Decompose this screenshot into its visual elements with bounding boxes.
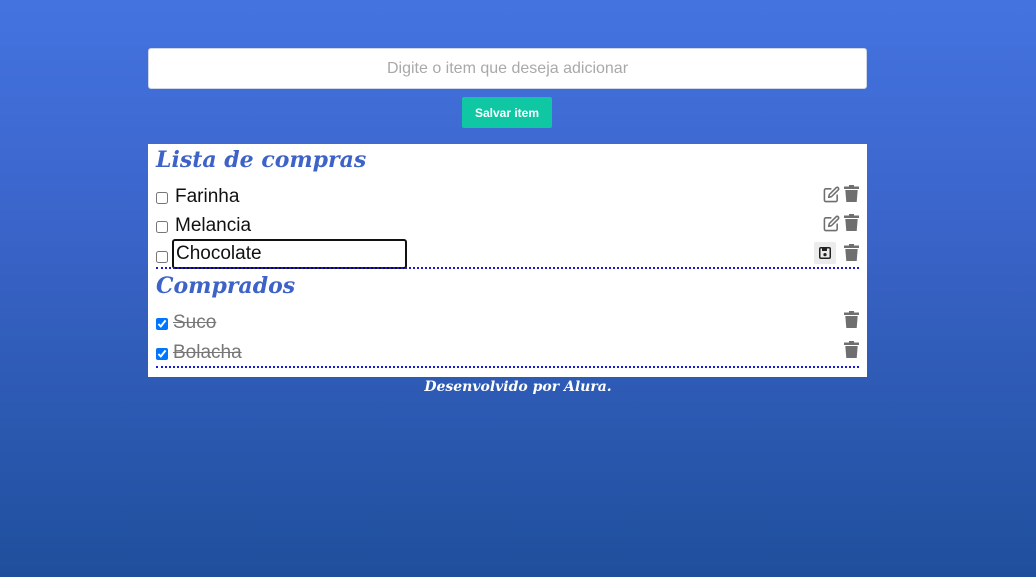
item-label: Melancia [175,215,252,236]
item-checkbox[interactable] [156,192,168,204]
footer-credit: Desenvolvido por Alura. [424,379,612,395]
edit-icon[interactable] [823,186,840,203]
shopping-list-title: Lista de compras [156,147,367,173]
item-label: Bolacha [173,342,242,363]
item-checkbox[interactable] [156,348,168,360]
divider [156,366,859,368]
trash-icon[interactable] [844,244,859,261]
divider [156,267,859,269]
trash-icon[interactable] [844,185,859,202]
list-item: Farinha [156,185,859,213]
list-panel: Lista de compras Farinha Melancia Chocol… [148,144,867,377]
purchased-item: Suco [156,311,859,339]
floppy-disk-icon [819,247,831,259]
list-item: Melancia [156,214,859,242]
item-checkbox[interactable] [156,318,168,330]
trash-icon[interactable] [844,311,859,328]
item-input[interactable] [148,48,867,89]
item-checkbox[interactable] [156,251,168,263]
trash-icon[interactable] [844,214,859,231]
edit-item-field[interactable] [172,239,407,269]
item-label: Suco [173,312,217,333]
item-label: Farinha [175,186,240,207]
save-item-button[interactable]: Salvar item [462,97,552,128]
trash-icon[interactable] [844,341,859,358]
purchased-title: Comprados [156,273,296,299]
purchased-item: Bolacha [156,341,859,369]
edit-icon[interactable] [823,215,840,232]
item-checkbox[interactable] [156,221,168,233]
save-edit-button[interactable] [814,242,836,264]
